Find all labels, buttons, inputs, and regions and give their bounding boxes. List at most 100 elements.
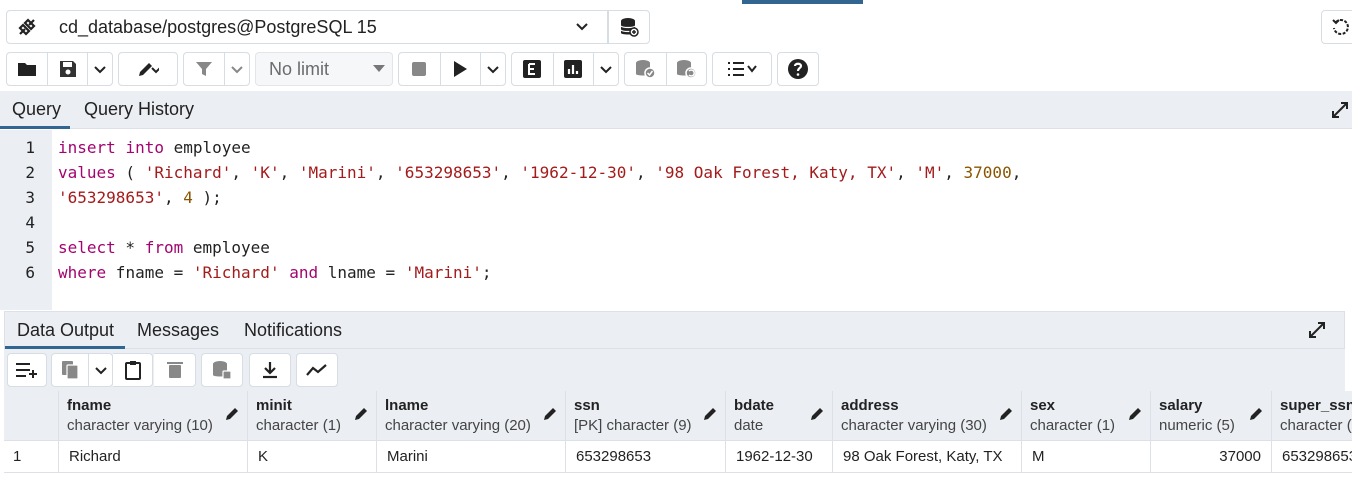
- column-header-lname[interactable]: lname character varying (20): [377, 391, 566, 441]
- edit-dropdown-button[interactable]: [118, 52, 178, 86]
- add-row-inner[interactable]: [8, 354, 46, 386]
- tab-query[interactable]: Query: [12, 99, 61, 120]
- table-cell-lname[interactable]: Marini: [377, 441, 566, 473]
- help-button[interactable]: [777, 52, 819, 86]
- pencil-icon[interactable]: [1249, 407, 1263, 421]
- code-token: (: [115, 163, 145, 182]
- pencil-icon[interactable]: [810, 407, 824, 421]
- column-header-minit[interactable]: minit character (1): [248, 391, 377, 441]
- new-connection-button[interactable]: [608, 10, 650, 44]
- line-number: 4: [25, 213, 35, 232]
- column-header-sex[interactable]: sex character (1): [1022, 391, 1151, 441]
- save-options-dropdown[interactable]: [87, 53, 112, 85]
- rollback-button[interactable]: [665, 53, 707, 85]
- download-inner[interactable]: [250, 354, 290, 386]
- pencil-icon[interactable]: [354, 407, 368, 421]
- help-button-inner[interactable]: [778, 53, 818, 85]
- delete-button[interactable]: [154, 353, 196, 387]
- pencil-icon[interactable]: [543, 407, 557, 421]
- macros-dropdown[interactable]: [713, 53, 771, 85]
- column-header-ssn[interactable]: ssn [PK] character (9): [566, 391, 726, 441]
- connection-status-button[interactable]: [6, 10, 48, 44]
- table-cell-sex[interactable]: M: [1022, 441, 1151, 473]
- explain-button[interactable]: [512, 53, 553, 85]
- copy-options-dropdown[interactable]: [88, 354, 112, 386]
- column-header-super-ssn[interactable]: super_ssn character (9): [1272, 391, 1352, 441]
- pencil-icon[interactable]: [1128, 407, 1142, 421]
- row-number[interactable]: 1: [4, 441, 59, 473]
- filter-group: [183, 52, 250, 86]
- rollback-icon: [677, 60, 697, 79]
- table-cell-salary[interactable]: 37000: [1151, 441, 1272, 473]
- filter-options-dropdown[interactable]: [224, 53, 249, 85]
- commit-button[interactable]: [625, 53, 666, 85]
- tab-data-output[interactable]: Data Output: [17, 320, 114, 341]
- save-file-button[interactable]: [47, 53, 87, 85]
- download-button[interactable]: [249, 353, 291, 387]
- pencil-icon[interactable]: [999, 407, 1013, 421]
- tab-query-history[interactable]: Query History: [84, 99, 194, 120]
- column-header-fname[interactable]: fname character varying (10): [59, 391, 248, 441]
- copy-button[interactable]: [52, 354, 88, 386]
- line-number: 1: [25, 138, 35, 157]
- limit-dropdown[interactable]: [366, 53, 392, 85]
- filter-button[interactable]: [184, 53, 224, 85]
- column-type: [PK] character (9): [574, 417, 692, 434]
- table-cell-ssn[interactable]: 653298653: [566, 441, 726, 473]
- explain-options-dropdown[interactable]: [593, 53, 618, 85]
- table-cell-minit[interactable]: K: [248, 441, 377, 473]
- explain-analyze-button[interactable]: [552, 53, 594, 85]
- transaction-group: [624, 52, 707, 86]
- table-cell-bdate[interactable]: 1962-12-30: [726, 441, 833, 473]
- column-header-bdate[interactable]: bdate date: [726, 391, 833, 441]
- macros-button[interactable]: [712, 52, 772, 86]
- expand-icon[interactable]: [1331, 101, 1349, 119]
- column-name: lname: [385, 397, 429, 414]
- code-line: insert into employee: [58, 138, 251, 157]
- delete-icon: [166, 362, 183, 378]
- column-header-salary[interactable]: salary numeric (5): [1151, 391, 1272, 441]
- copy-icon: [62, 361, 79, 380]
- line-number: 5: [25, 238, 35, 257]
- paste-inner[interactable]: [113, 354, 152, 386]
- table-cell-address[interactable]: 98 Oak Forest, Katy, TX: [833, 441, 1022, 473]
- refresh-button[interactable]: [1321, 10, 1352, 44]
- edit-button[interactable]: [119, 53, 177, 85]
- stop-button[interactable]: [399, 53, 440, 85]
- column-type: character varying (10): [67, 417, 213, 434]
- limit-select[interactable]: No limit: [255, 52, 393, 86]
- graph-inner[interactable]: [297, 354, 337, 386]
- code-token: '98 Oak Forest, Katy, TX': [655, 163, 897, 182]
- pencil-icon[interactable]: [703, 407, 717, 421]
- sql-editor[interactable]: 1 2 3 4 5 6 insert into employee values …: [0, 130, 1352, 310]
- table-cell-super-ssn[interactable]: 653298653: [1272, 441, 1352, 473]
- open-file-button[interactable]: [7, 53, 47, 85]
- paste-button[interactable]: [113, 353, 153, 387]
- save-data-inner[interactable]: [202, 354, 242, 386]
- add-row-button[interactable]: [7, 353, 47, 387]
- column-name: ssn: [574, 397, 600, 414]
- expand-icon[interactable]: [1308, 321, 1326, 339]
- column-header-address[interactable]: address character varying (30): [833, 391, 1022, 441]
- active-tab-underline: [0, 126, 70, 129]
- execute-button[interactable]: [439, 53, 481, 85]
- tab-messages[interactable]: Messages: [137, 320, 219, 341]
- stop-icon: [412, 62, 427, 76]
- pencil-icon[interactable]: [225, 407, 239, 421]
- code-token: employee: [163, 138, 251, 157]
- table-cell-fname[interactable]: Richard: [59, 441, 248, 473]
- line-number: 3: [25, 188, 35, 207]
- copy-group: [51, 353, 113, 387]
- tab-notifications[interactable]: Notifications: [244, 320, 342, 341]
- data-grid: fname character varying (10) minit chara…: [4, 391, 1352, 483]
- delete-inner[interactable]: [154, 354, 195, 386]
- code-token: values: [58, 163, 116, 182]
- code-token: 'Marini': [404, 263, 482, 282]
- save-data-button[interactable]: [201, 353, 243, 387]
- explain-group: [511, 52, 619, 86]
- graph-visualiser-button[interactable]: [296, 353, 338, 387]
- execute-options-dropdown[interactable]: [480, 53, 505, 85]
- connection-select[interactable]: cd_database/postgres@PostgreSQL 15: [47, 10, 608, 44]
- code-token: employee: [183, 238, 270, 257]
- code-token: lname =: [318, 263, 405, 282]
